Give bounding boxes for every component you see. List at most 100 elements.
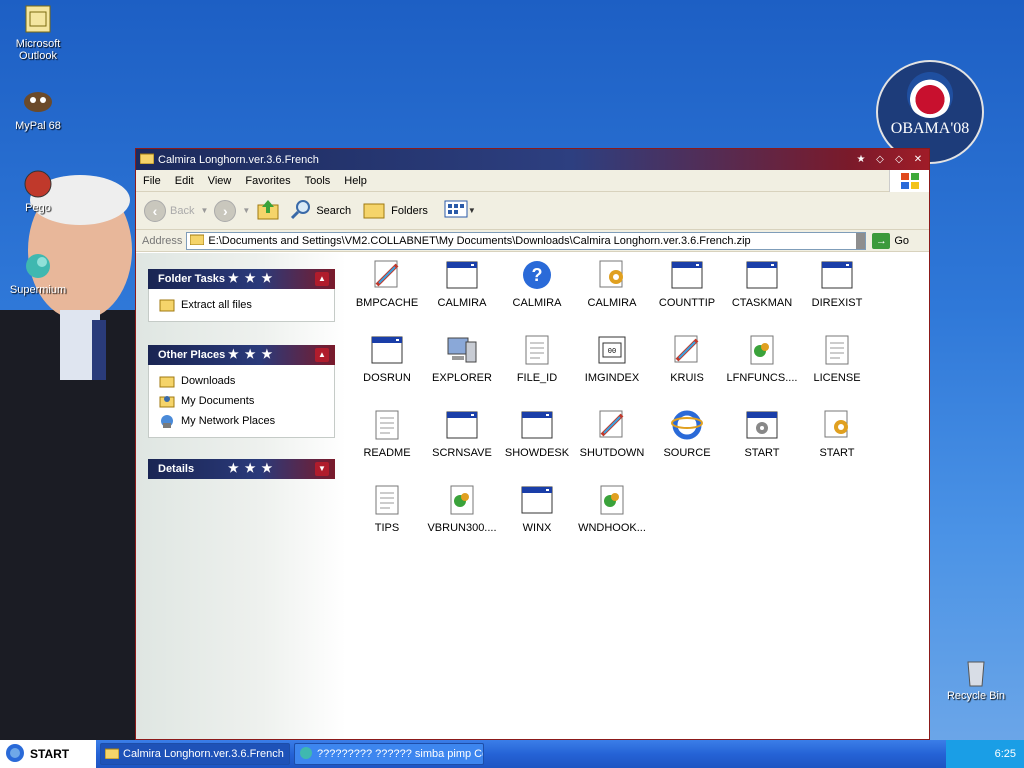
file-item[interactable]: TIPS [351,484,423,534]
file-label: SCRNSAVE [432,447,492,459]
desktop-wallpaper-person [0,160,140,740]
file-item[interactable]: DIREXIST [801,259,873,309]
other-places-panel: Other Places ★★★ ▲ Downloads My Document… [148,345,335,438]
file-item[interactable]: LICENSE [801,334,873,384]
file-item[interactable]: DOSRUN [351,334,423,384]
stars-decoration-icon: ★★★ [228,271,279,285]
folder-tasks-header[interactable]: Folder Tasks ★★★ ▲ [148,269,335,289]
file-item[interactable]: ? CALMIRA [501,259,573,309]
desktop-icon-recycle-bin[interactable]: Recycle Bin [938,656,1014,702]
gear-window-icon [746,409,778,441]
clock[interactable]: 6:25 [995,748,1016,760]
file-item[interactable]: SHOWDESK [501,409,573,459]
start-button[interactable]: START [0,740,96,768]
search-button[interactable]: Search [290,198,351,223]
address-input[interactable]: E:\Documents and Settings\VM2.COLLABNET\… [186,231,867,250]
dll-icon [446,484,478,516]
desktop-icon-label: Supermium [9,284,67,296]
explorer-window: Calmira Longhorn.ver.3.6.French ★ ◇ ◇ ✕ … [135,148,930,740]
file-item[interactable]: SHUTDOWN [576,409,648,459]
file-item[interactable]: LFNFUNCS.... [726,334,798,384]
my-documents-link[interactable]: My Documents [159,391,324,411]
views-button[interactable]: ▼ [444,199,476,222]
extract-all-files-link[interactable]: Extract all files [159,295,324,315]
desktop-icon-label: Recycle Bin [946,690,1006,702]
file-item[interactable]: SOURCE [651,409,723,459]
file-item[interactable]: KRUIS [651,334,723,384]
file-item[interactable]: WNDHOOK... [576,484,648,534]
file-item[interactable]: START [726,409,798,459]
folders-button[interactable]: Folders [363,198,428,223]
address-value: E:\Documents and Settings\VM2.COLLABNET\… [208,234,751,247]
downloads-link[interactable]: Downloads [159,371,324,391]
file-item[interactable]: CALMIRA [576,259,648,309]
mypal-icon [22,86,54,118]
file-item[interactable]: VBRUN300.... [426,484,498,534]
file-item[interactable]: FILE_ID [501,334,573,384]
menu-file[interactable]: File [136,175,168,187]
paint-icon [371,259,403,291]
taskbar-item-explorer[interactable]: Calmira Longhorn.ver.3.6.French [100,743,290,765]
expand-icon[interactable]: ▼ [315,462,329,476]
file-item[interactable]: START [801,409,873,459]
recycle-bin-icon [960,656,992,688]
other-places-body: Downloads My Documents My Network Places [148,365,335,438]
collapse-icon[interactable]: ▲ [315,272,329,286]
details-header[interactable]: Details ★★★ ▼ [148,459,335,479]
go-button[interactable]: → Go [872,232,910,249]
file-item[interactable]: WINX [501,484,573,534]
address-dropdown-button[interactable] [856,232,866,249]
forward-button[interactable]: › ▼ [214,199,251,222]
desktop-icon-outlook[interactable]: Microsoft Outlook [0,4,76,62]
link-label: My Network Places [181,415,276,427]
logo-text: OBAMA'08 [890,120,970,137]
other-places-header[interactable]: Other Places ★★★ ▲ [148,345,335,365]
desktop-icon-label: Microsoft [15,38,61,50]
search-label: Search [316,204,352,217]
folder-icon [104,747,120,762]
help-icon: ? [521,259,553,291]
menu-favorites[interactable]: Favorites [238,175,297,187]
toolbar: ‹ Back ▼ › ▼ Search Folders ▼ [136,192,929,230]
file-item[interactable]: README [351,409,423,459]
file-item[interactable]: 00 IMGINDEX [576,334,648,384]
my-network-places-link[interactable]: My Network Places [159,411,324,431]
app-window-icon [446,409,478,441]
views-icon [444,199,468,222]
file-label: FILE_ID [516,372,558,384]
desktop-icon-supermium[interactable]: Supermium [0,250,76,296]
folder-icon [139,152,155,167]
title-bar[interactable]: Calmira Longhorn.ver.3.6.French ★ ◇ ◇ ✕ [136,149,929,170]
app-window-icon [371,334,403,366]
text-file-icon [821,334,853,366]
menu-tools[interactable]: Tools [298,175,338,187]
up-button[interactable] [256,197,280,224]
desktop-icon-label: Pego [25,202,51,214]
menu-edit[interactable]: Edit [168,175,201,187]
desktop-icon-pego[interactable]: Pego [0,168,76,214]
stars-decoration-icon: ★★★ [228,347,279,361]
app-window-icon [446,259,478,291]
file-item[interactable]: CALMIRA [426,259,498,309]
file-item[interactable]: COUNTTIP [651,259,723,309]
menu-help[interactable]: Help [337,175,374,187]
file-item[interactable]: BMPCACHE [351,259,423,309]
chevron-down-icon: ▼ [242,206,251,215]
back-button[interactable]: ‹ Back ▼ [144,199,208,222]
menu-view[interactable]: View [201,175,239,187]
start-label: START [30,747,70,761]
chevron-down-icon: ▼ [467,206,476,215]
file-item[interactable]: CTASKMAN [726,259,798,309]
file-item[interactable]: EXPLORER [426,334,498,384]
taskbar-item-browser[interactable]: ????????? ?????? simba pimp Con... [294,743,484,765]
go-label: Go [894,234,910,247]
file-label: IMGINDEX [584,372,640,384]
maximize-button[interactable]: ◇ [891,153,907,167]
minimize-button[interactable]: ◇ [872,153,888,167]
file-item[interactable]: SCRNSAVE [426,409,498,459]
collapse-icon[interactable]: ▲ [315,348,329,362]
app-window-icon [746,259,778,291]
forward-arrow-icon: › [214,199,237,222]
desktop-icon-mypal[interactable]: MyPal 68 [0,86,76,132]
close-button[interactable]: ✕ [910,153,926,167]
